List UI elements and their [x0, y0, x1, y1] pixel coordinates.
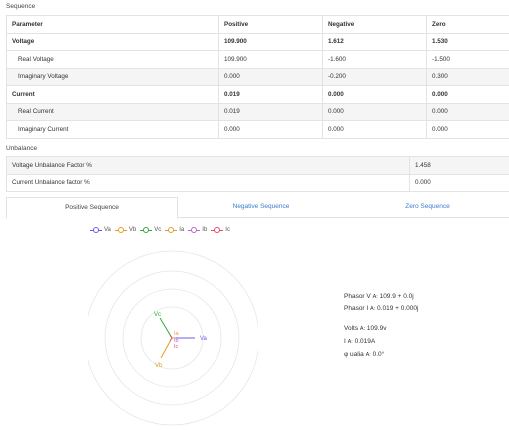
sequence-tabs: Positive Sequence Negative Sequence Zero…	[6, 197, 509, 219]
tab-zero-sequence[interactable]: Zero Sequence	[346, 197, 509, 217]
phasor-i-line: Phasor I A: 0.019 + 0.000j	[344, 305, 418, 312]
legend-item-va[interactable]: Va	[90, 226, 111, 234]
va-label: Va	[200, 336, 208, 342]
voltage-unbalance-label: Voltage Unbalance Factor	[12, 161, 85, 169]
phasor-v-value: 109.9 + 0.0j	[379, 293, 414, 300]
volts-value: 109.9v	[366, 325, 387, 332]
table-row: Real Current 0.019 0.000 0.000	[6, 102, 509, 121]
row-negative: 0.000	[322, 102, 427, 121]
row-zero: 1.530	[426, 32, 509, 51]
tab-positive-sequence[interactable]: Positive Sequence	[6, 197, 178, 219]
legend-item-ia[interactable]: Ia	[165, 226, 184, 234]
row-param: Imaginary Voltage	[6, 67, 219, 86]
phasor-v-unit: A:	[372, 294, 378, 300]
header-positive: Positive	[218, 15, 323, 34]
volts-label: Volts	[344, 325, 359, 332]
unbalance-label: Voltage Unbalance Factor %	[6, 156, 410, 175]
phasor-i-label: Phasor I	[344, 305, 369, 312]
row-negative: -1.600	[322, 50, 427, 69]
legend-item-ic[interactable]: Ic	[211, 226, 230, 234]
unit-label: %	[86, 161, 92, 169]
sequence-table: Parameter Positive Negative Zero Voltage…	[6, 15, 509, 139]
table-row: Current 0.019 0.000 0.000	[6, 85, 509, 104]
phi-unit: A:	[365, 352, 371, 358]
volts-unit: A:	[359, 326, 366, 332]
legend-label: Vb	[128, 227, 137, 233]
row-zero: -1.500	[426, 50, 509, 69]
voltage-unbalance-value: 1.458	[409, 156, 509, 175]
current-unbalance-value: 0.000	[409, 173, 509, 192]
sequence-header-row: Parameter Positive Negative Zero	[6, 15, 509, 34]
phi-value: 0.0°	[372, 351, 385, 358]
table-row: Imaginary Voltage 0.000 -0.200 0.300	[6, 67, 509, 86]
legend-marker-icon	[165, 226, 178, 234]
unbalance-label: Current Unbalance factor %	[6, 173, 410, 192]
legend-label: Va	[104, 227, 111, 233]
table-row: Current Unbalance factor % 0.000	[6, 173, 509, 192]
row-zero: 0.000	[426, 120, 509, 139]
phi-label: φ ualia	[344, 351, 364, 358]
ic-label: Ic	[174, 344, 179, 350]
current-label: I	[344, 338, 346, 345]
row-param: Voltage	[6, 32, 219, 51]
legend-marker-icon	[90, 226, 102, 234]
row-positive: 109.900	[218, 32, 323, 51]
row-param: Real Voltage	[6, 50, 219, 69]
sequence-section-title: Sequence	[6, 3, 36, 10]
phasor-i-unit: A:	[370, 306, 376, 312]
phasor-legend: Va Vb Vc Ia Ib Ic	[90, 225, 230, 235]
table-row: Real Voltage 109.900 -1.600 -1.500	[6, 50, 509, 69]
phasor-i-value: 0.019 + 0.000j	[377, 305, 419, 312]
legend-item-vb[interactable]: Vb	[114, 226, 137, 234]
phasor-diagram: Vc Vb Va Ia Ib Ic	[88, 250, 258, 426]
row-param: Imaginary Current	[6, 120, 219, 139]
unbalance-table: Voltage Unbalance Factor % 1.458 Current…	[6, 156, 509, 192]
ia-label: Ia	[174, 331, 180, 337]
row-positive: 0.019	[218, 102, 323, 121]
header-zero: Zero	[426, 15, 509, 34]
legend-marker-icon	[140, 226, 153, 234]
row-param: Real Current	[6, 102, 219, 121]
table-row: Voltage Unbalance Factor % 1.458	[6, 156, 509, 175]
phasor-v-label: Phasor V	[344, 293, 371, 300]
row-negative: 1.612	[322, 32, 427, 51]
legend-marker-icon	[188, 226, 201, 234]
legend-item-vc[interactable]: Vc	[140, 226, 161, 234]
row-zero: 0.000	[426, 85, 509, 104]
row-negative: 0.000	[322, 120, 427, 139]
phi-line: φ ualia A: 0.0°	[344, 351, 384, 358]
legend-label: Vc	[154, 227, 162, 233]
row-positive: 0.000	[218, 67, 323, 86]
legend-label: Ib	[202, 227, 208, 233]
row-param: Current	[6, 85, 219, 104]
row-zero: 0.300	[426, 67, 509, 86]
table-row: Imaginary Current 0.000 0.000 0.000	[6, 120, 509, 139]
legend-marker-icon	[211, 226, 224, 234]
vc-label: Vc	[154, 312, 161, 318]
table-row: Voltage 109.900 1.612 1.530	[6, 32, 509, 51]
header-negative: Negative	[322, 15, 427, 34]
current-line: I A: 0.019A	[344, 338, 375, 345]
row-negative: 0.000	[322, 85, 427, 104]
current-unit: A:	[347, 339, 353, 345]
vb-label: Vb	[155, 363, 163, 369]
row-positive: 109.900	[218, 50, 323, 69]
unbalance-section-title: Unbalance	[6, 145, 38, 152]
row-positive: 0.000	[218, 120, 323, 139]
current-value: 0.019A	[354, 338, 376, 345]
row-zero: 0.000	[426, 102, 509, 121]
legend-item-ib[interactable]: Ib	[188, 226, 207, 234]
legend-label: Ia	[179, 227, 185, 233]
tab-negative-sequence[interactable]: Negative Sequence	[177, 197, 345, 217]
header-parameter: Parameter	[6, 15, 219, 34]
unit-label: %	[84, 179, 90, 187]
current-unbalance-label: Current Unbalance factor	[12, 179, 83, 187]
volts-line: Volts A: 109.9v	[344, 325, 386, 332]
legend-label: Ic	[225, 227, 230, 233]
legend-marker-icon	[114, 226, 127, 234]
phasor-v-line: Phasor V A: 109.9 + 0.0j	[344, 293, 414, 300]
row-positive: 0.019	[218, 85, 323, 104]
row-negative: -0.200	[322, 67, 427, 86]
